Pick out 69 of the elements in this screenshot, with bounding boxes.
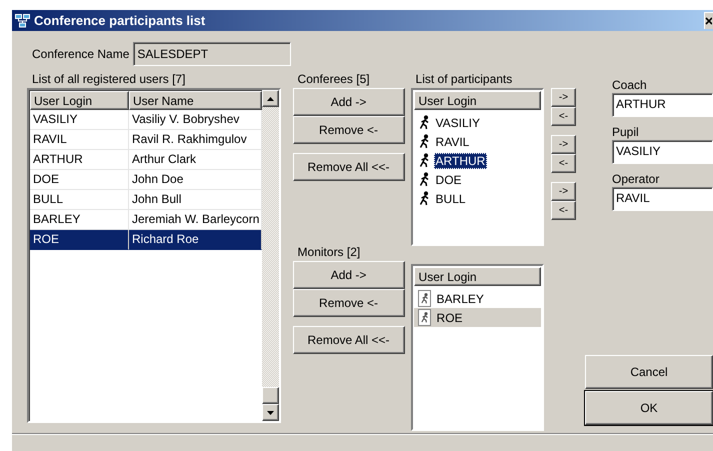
remove-all-button[interactable]: Remove All <<-	[292, 153, 405, 182]
unassign-button[interactable]: <-	[551, 154, 576, 174]
down-arrow-icon	[266, 410, 274, 415]
list-item[interactable]: VASILIY	[414, 113, 541, 132]
add-button[interactable]: Add ->	[292, 261, 405, 290]
remove-all-button[interactable]: Remove All <<-	[292, 326, 405, 354]
cancel-button[interactable]: Cancel	[585, 355, 713, 390]
close-button[interactable]	[704, 12, 713, 30]
table-cell: John Bull	[129, 190, 262, 210]
table-cell: John Doe	[129, 170, 262, 190]
list-label: List of participants	[414, 71, 514, 88]
scrollbar[interactable]	[262, 90, 279, 422]
up-arrow-icon	[266, 96, 274, 101]
scroll-up-button[interactable]	[262, 90, 279, 108]
role-field[interactable]: RAVIL	[612, 187, 713, 212]
column-header[interactable]: User Login	[30, 91, 129, 110]
list-label: List of all registered users [7]	[31, 71, 186, 88]
table-cell: Arthur Clark	[129, 150, 262, 170]
table-cell: Vasiliy V. Bobryshev	[129, 110, 262, 130]
users-table[interactable]: User Login User Name VASILIY Vasiliy V. Bobryshev RAVIL Ravil R. Rakhimgulov ARTHUR Arthur Clark DOE John Doe BULL John Bull BARLEY Jeremiah W. Barleycorn ROE Richard Roe	[27, 88, 281, 424]
section-label: Monitors [2]	[296, 244, 362, 262]
table-cell: Ravil R. Rakhimgulov	[129, 130, 262, 150]
participant-list[interactable]: User Login BARLEY ROE	[410, 264, 544, 432]
scroll-thumb[interactable]	[262, 387, 279, 404]
column-header[interactable]: User Login	[414, 91, 541, 110]
add-button[interactable]: Add ->	[292, 88, 405, 116]
list-item[interactable]: ROE	[414, 308, 541, 328]
conference-name-field[interactable]: SALESDEPT	[133, 42, 292, 66]
list-item[interactable]: BULL	[414, 189, 541, 208]
assign-button[interactable]: ->	[551, 135, 576, 154]
table-cell: BULL	[30, 190, 129, 210]
runner-icon	[418, 172, 430, 188]
table-cell: ROE	[30, 230, 129, 250]
unassign-button[interactable]: <-	[551, 107, 576, 126]
runner-icon	[418, 309, 431, 326]
remove-button[interactable]: Remove <-	[292, 116, 405, 144]
column-header[interactable]: User Name	[129, 91, 262, 110]
unassign-button[interactable]: <-	[551, 201, 576, 220]
participant-list[interactable]: User Login VASILIY RAVIL ARTHUR DOE BULL	[410, 88, 544, 246]
scroll-down-button[interactable]	[262, 404, 279, 422]
table-cell: RAVIL	[30, 130, 129, 150]
role-field[interactable]: VASILIY	[612, 140, 713, 164]
runner-icon	[418, 290, 431, 308]
assign-button[interactable]: ->	[551, 182, 576, 202]
field-label: Conference Name	[32, 47, 130, 62]
list-item[interactable]: BARLEY	[414, 289, 541, 308]
close-icon	[705, 17, 712, 26]
ok-button[interactable]: OK	[585, 391, 713, 426]
window-title: Conference participants list	[34, 13, 206, 28]
list-item[interactable]: ARTHUR	[414, 151, 541, 170]
network-icon	[15, 14, 30, 28]
role-field[interactable]: ARTHUR	[612, 93, 713, 118]
runner-icon	[418, 115, 430, 130]
remove-button[interactable]: Remove <-	[292, 289, 405, 318]
field-label: Operator	[612, 172, 660, 188]
runner-icon	[418, 191, 430, 206]
table-cell: DOE	[30, 170, 129, 190]
assign-button[interactable]: ->	[551, 88, 576, 108]
table-cell: ARTHUR	[30, 150, 129, 170]
list-item[interactable]: DOE	[414, 170, 541, 190]
table-cell: Richard Roe	[129, 230, 262, 250]
runner-icon	[418, 153, 430, 168]
table-cell: VASILIY	[30, 110, 129, 130]
section-label: Conferees [5]	[296, 71, 371, 88]
list-item[interactable]: RAVIL	[414, 132, 541, 152]
runner-icon	[418, 134, 430, 150]
column-header[interactable]: User Login	[414, 267, 541, 286]
field-label: Coach	[612, 78, 648, 94]
field-label: Pupil	[612, 125, 640, 140]
